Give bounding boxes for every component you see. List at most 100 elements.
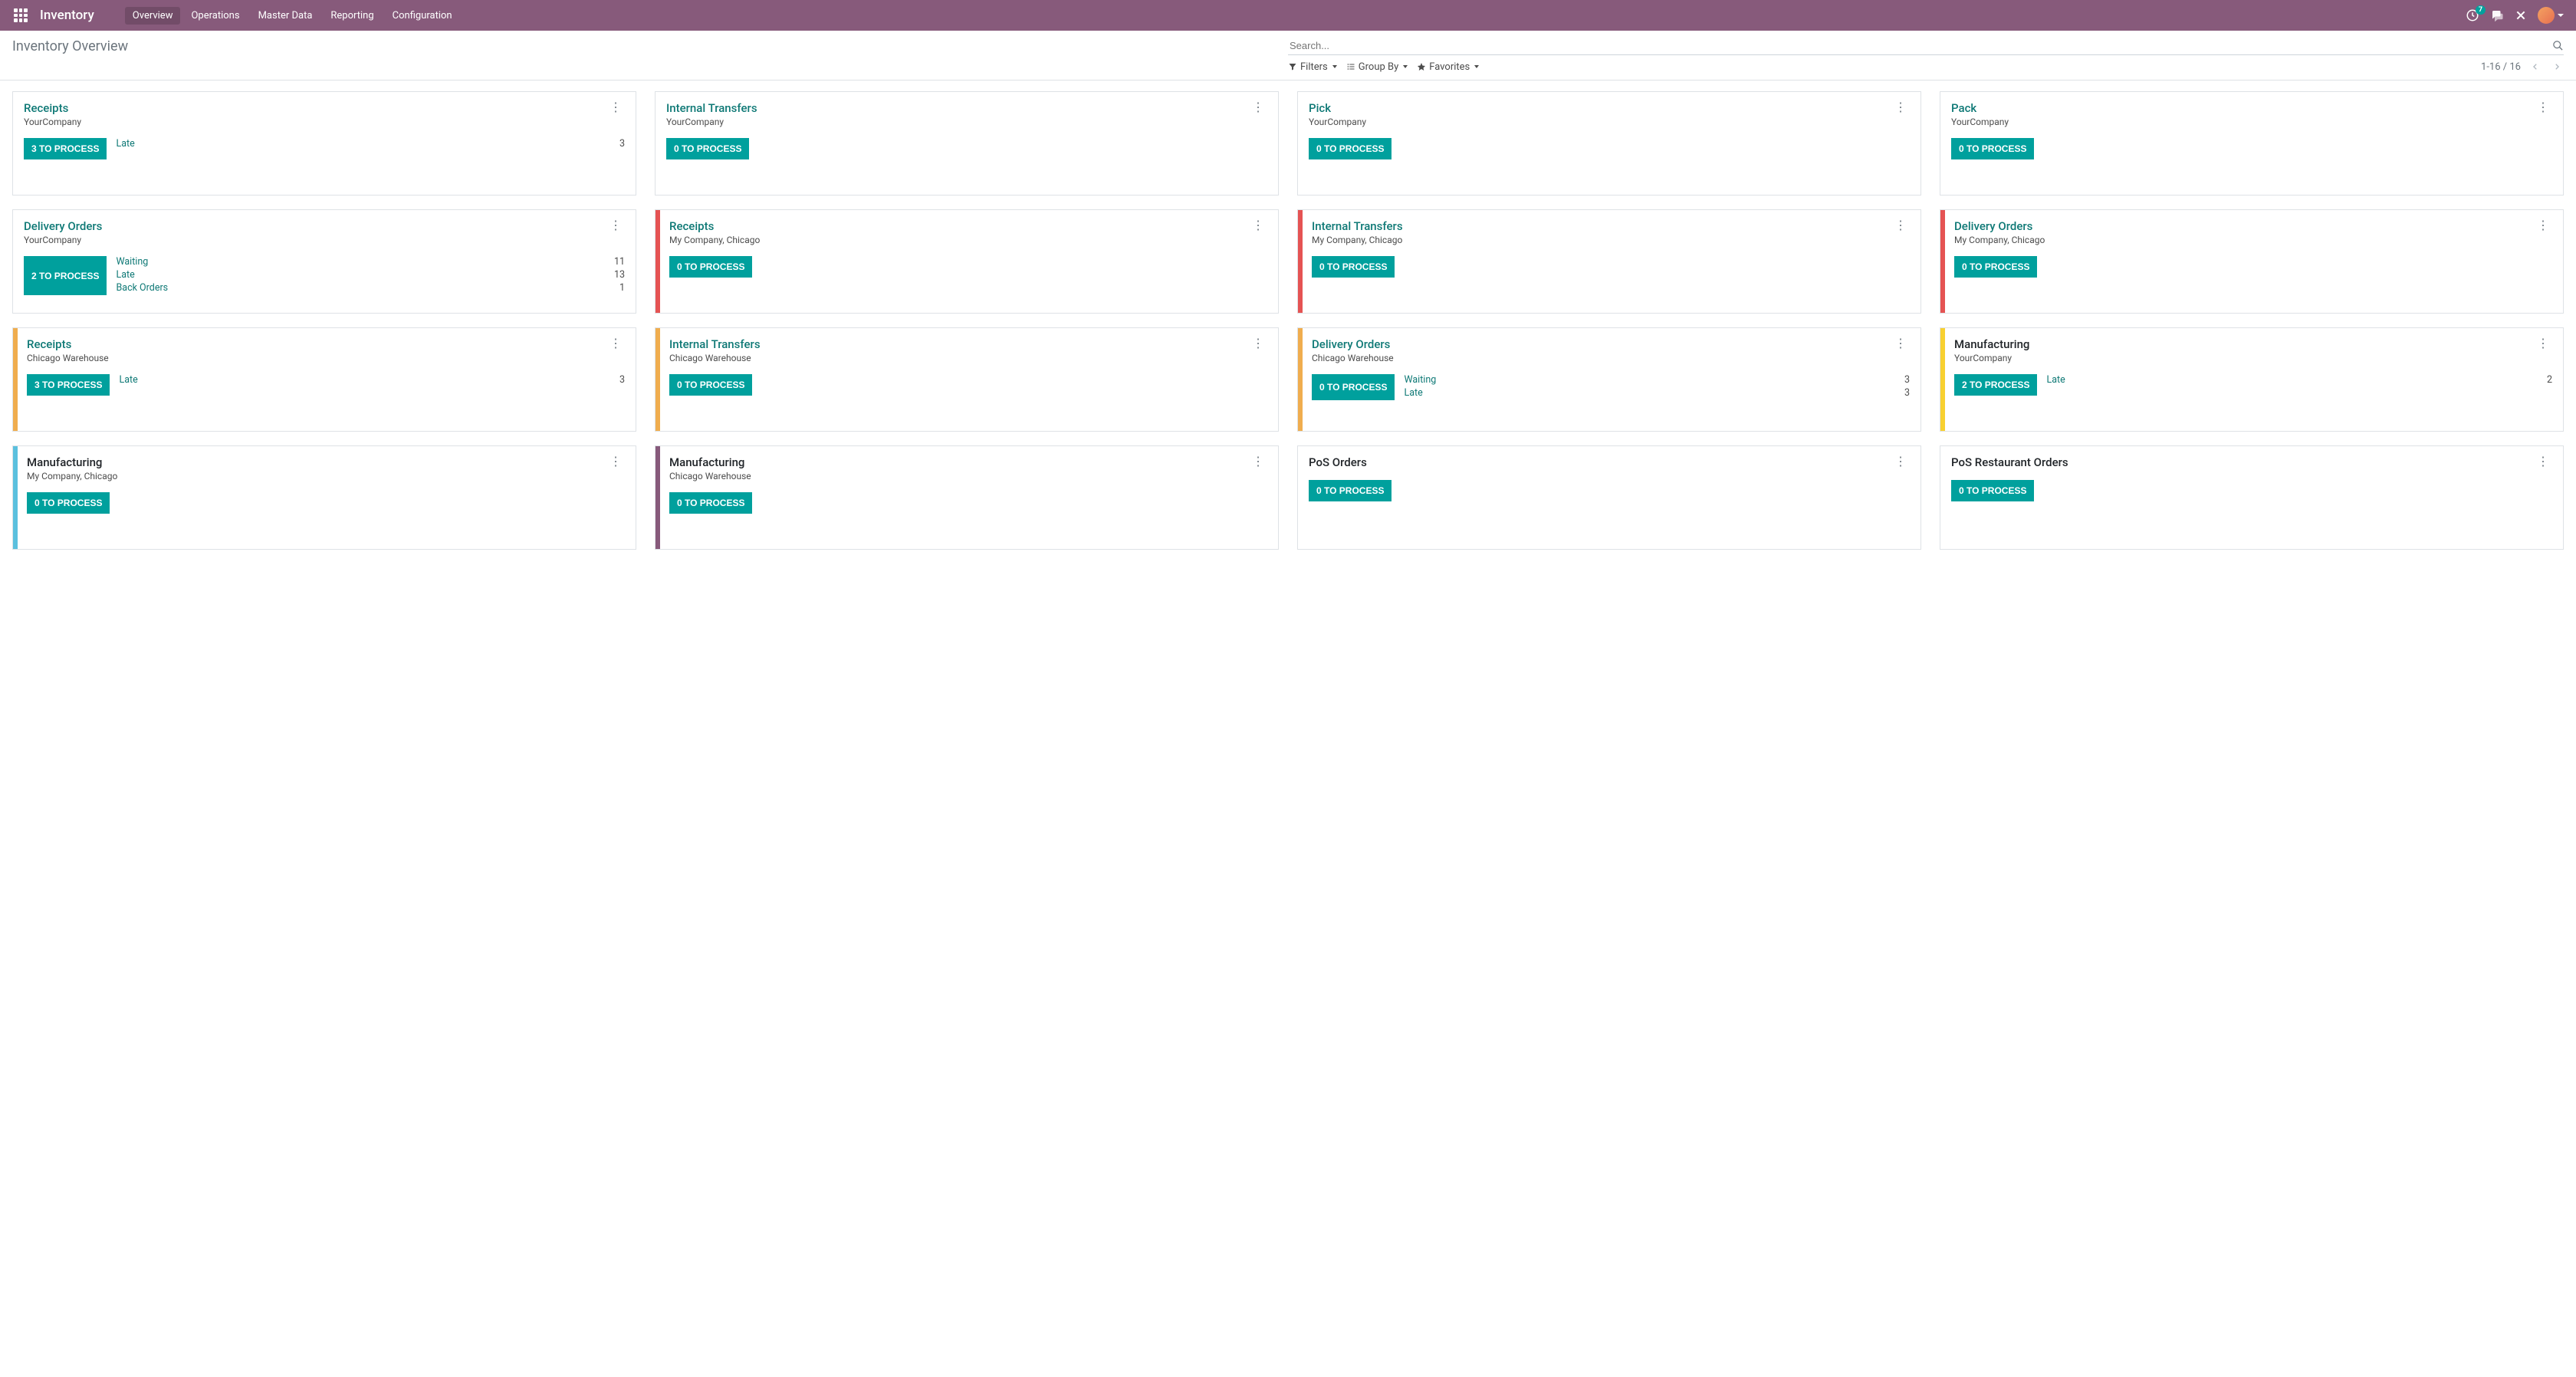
favorites-button[interactable]: Favorites	[1417, 61, 1479, 73]
process-button[interactable]: 0 TO PROCESS	[1954, 256, 2037, 278]
card-menu-icon[interactable]: ⋮	[1891, 101, 1910, 113]
kanban-card[interactable]: ManufacturingChicago Warehouse⋮0 TO PROC…	[655, 445, 1279, 550]
stat-row[interactable]: Late13	[116, 269, 625, 281]
kanban-card[interactable]: ReceiptsChicago Warehouse⋮3 TO PROCESSLa…	[12, 327, 636, 432]
pager-value[interactable]: 1-16 / 16	[2481, 61, 2521, 73]
card-menu-icon[interactable]: ⋮	[606, 337, 625, 350]
kanban-card[interactable]: Internal TransfersChicago Warehouse⋮0 TO…	[655, 327, 1279, 432]
activities-icon[interactable]: 7	[2466, 8, 2479, 22]
card-title[interactable]: Internal Transfers	[669, 337, 761, 351]
card-menu-icon[interactable]: ⋮	[606, 101, 625, 113]
stat-row[interactable]: Waiting11	[116, 256, 625, 268]
process-button[interactable]: 0 TO PROCESS	[1309, 480, 1392, 501]
stat-row[interactable]: Late3	[119, 374, 625, 386]
nav-link-configuration[interactable]: Configuration	[385, 7, 460, 25]
card-menu-icon[interactable]: ⋮	[1249, 219, 1267, 232]
card-title[interactable]: Receipts	[24, 101, 81, 115]
kanban-card[interactable]: Delivery OrdersChicago Warehouse⋮0 TO PR…	[1297, 327, 1921, 432]
card-stats: Waiting11Late13Back Orders1	[116, 256, 625, 295]
process-button[interactable]: 0 TO PROCESS	[1309, 138, 1392, 159]
search-bar[interactable]	[1288, 37, 2564, 55]
nav-link-operations[interactable]: Operations	[183, 7, 247, 25]
stat-value: 3	[619, 374, 625, 386]
stat-label: Waiting	[116, 256, 148, 268]
app-brand[interactable]: Inventory	[40, 8, 94, 23]
process-button[interactable]: 0 TO PROCESS	[669, 256, 752, 278]
kanban-card[interactable]: PickYourCompany⋮0 TO PROCESS	[1297, 91, 1921, 196]
stat-row[interactable]: Back Orders1	[116, 282, 625, 294]
card-title[interactable]: PoS Restaurant Orders	[1951, 455, 2068, 469]
kanban-card[interactable]: Internal TransfersYourCompany⋮0 TO PROCE…	[655, 91, 1279, 196]
card-menu-icon[interactable]: ⋮	[1249, 101, 1267, 113]
process-button[interactable]: 0 TO PROCESS	[1951, 480, 2034, 501]
search-input[interactable]	[1288, 37, 2552, 54]
user-menu[interactable]	[2538, 7, 2564, 24]
card-title[interactable]: Internal Transfers	[666, 101, 757, 115]
kanban-card[interactable]: ManufacturingYourCompany⋮2 TO PROCESSLat…	[1940, 327, 2564, 432]
process-button[interactable]: 3 TO PROCESS	[24, 138, 107, 159]
card-subtitle: YourCompany	[24, 235, 102, 245]
card-menu-icon[interactable]: ⋮	[1891, 219, 1910, 232]
card-title[interactable]: Delivery Orders	[24, 219, 102, 233]
process-button[interactable]: 2 TO PROCESS	[1954, 374, 2037, 396]
kanban-card[interactable]: ReceiptsYourCompany⋮3 TO PROCESSLate3	[12, 91, 636, 196]
kanban-card[interactable]: PackYourCompany⋮0 TO PROCESS	[1940, 91, 2564, 196]
card-title[interactable]: Pack	[1951, 101, 2009, 115]
nav-link-master-data[interactable]: Master Data	[251, 7, 320, 25]
kanban-card[interactable]: Delivery OrdersMy Company, Chicago⋮0 TO …	[1940, 209, 2564, 314]
card-title[interactable]: Internal Transfers	[1312, 219, 1403, 233]
card-menu-icon[interactable]: ⋮	[1891, 455, 1910, 468]
card-menu-icon[interactable]: ⋮	[1249, 337, 1267, 350]
process-button[interactable]: 0 TO PROCESS	[1951, 138, 2034, 159]
card-menu-icon[interactable]: ⋮	[1249, 455, 1267, 468]
card-title[interactable]: Pick	[1309, 101, 1366, 115]
card-menu-icon[interactable]: ⋮	[606, 455, 625, 468]
card-title[interactable]: Manufacturing	[1954, 337, 2029, 351]
card-title[interactable]: Receipts	[669, 219, 760, 233]
card-title[interactable]: Receipts	[27, 337, 109, 351]
stat-label: Back Orders	[116, 282, 168, 294]
kanban-card[interactable]: ManufacturingMy Company, Chicago⋮0 TO PR…	[12, 445, 636, 550]
card-menu-icon[interactable]: ⋮	[606, 219, 625, 232]
kanban-card[interactable]: PoS Orders ⋮ 0 TO PROCESS	[1297, 445, 1921, 550]
stat-row[interactable]: Late3	[1404, 387, 1910, 399]
stat-row[interactable]: Waiting3	[1404, 374, 1910, 386]
process-button[interactable]: 3 TO PROCESS	[27, 374, 110, 396]
card-title[interactable]: Manufacturing	[27, 455, 117, 469]
stat-value: 13	[614, 269, 625, 281]
search-icon[interactable]	[2552, 40, 2564, 51]
apps-icon[interactable]	[14, 8, 28, 22]
groupby-button[interactable]: Group By	[1346, 61, 1408, 73]
kanban-card[interactable]: Delivery OrdersYourCompany⋮2 TO PROCESSW…	[12, 209, 636, 314]
card-title[interactable]: Manufacturing	[669, 455, 751, 469]
card-title[interactable]: PoS Orders	[1309, 455, 1367, 469]
card-menu-icon[interactable]: ⋮	[1891, 337, 1910, 350]
kanban-card[interactable]: Internal TransfersMy Company, Chicago⋮0 …	[1297, 209, 1921, 314]
stat-label: Late	[1404, 387, 1422, 399]
process-button[interactable]: 2 TO PROCESS	[24, 256, 107, 295]
pager-next[interactable]	[2550, 60, 2564, 74]
nav-link-overview[interactable]: Overview	[125, 7, 181, 25]
filters-button[interactable]: Filters	[1288, 61, 1337, 73]
pager-prev[interactable]	[2528, 60, 2542, 74]
process-button[interactable]: 0 TO PROCESS	[27, 492, 110, 514]
process-button[interactable]: 0 TO PROCESS	[1312, 256, 1395, 278]
kanban-card[interactable]: ReceiptsMy Company, Chicago⋮0 TO PROCESS	[655, 209, 1279, 314]
close-studio-icon[interactable]	[2515, 9, 2527, 21]
stat-row[interactable]: Late2	[2046, 374, 2552, 386]
card-title[interactable]: Delivery Orders	[1954, 219, 2045, 233]
nav-link-reporting[interactable]: Reporting	[323, 7, 381, 25]
stat-row[interactable]: Late3	[116, 138, 625, 150]
card-menu-icon[interactable]: ⋮	[2534, 455, 2552, 468]
process-button[interactable]: 0 TO PROCESS	[669, 374, 752, 396]
process-button[interactable]: 0 TO PROCESS	[669, 492, 752, 514]
process-button[interactable]: 0 TO PROCESS	[666, 138, 749, 159]
kanban-card[interactable]: PoS Restaurant Orders ⋮ 0 TO PROCESS	[1940, 445, 2564, 550]
process-button[interactable]: 0 TO PROCESS	[1312, 374, 1395, 400]
card-title[interactable]: Delivery Orders	[1312, 337, 1394, 351]
list-icon	[1346, 62, 1355, 71]
card-menu-icon[interactable]: ⋮	[2534, 101, 2552, 113]
discuss-icon[interactable]	[2490, 8, 2504, 22]
card-menu-icon[interactable]: ⋮	[2534, 337, 2552, 350]
card-menu-icon[interactable]: ⋮	[2534, 219, 2552, 232]
